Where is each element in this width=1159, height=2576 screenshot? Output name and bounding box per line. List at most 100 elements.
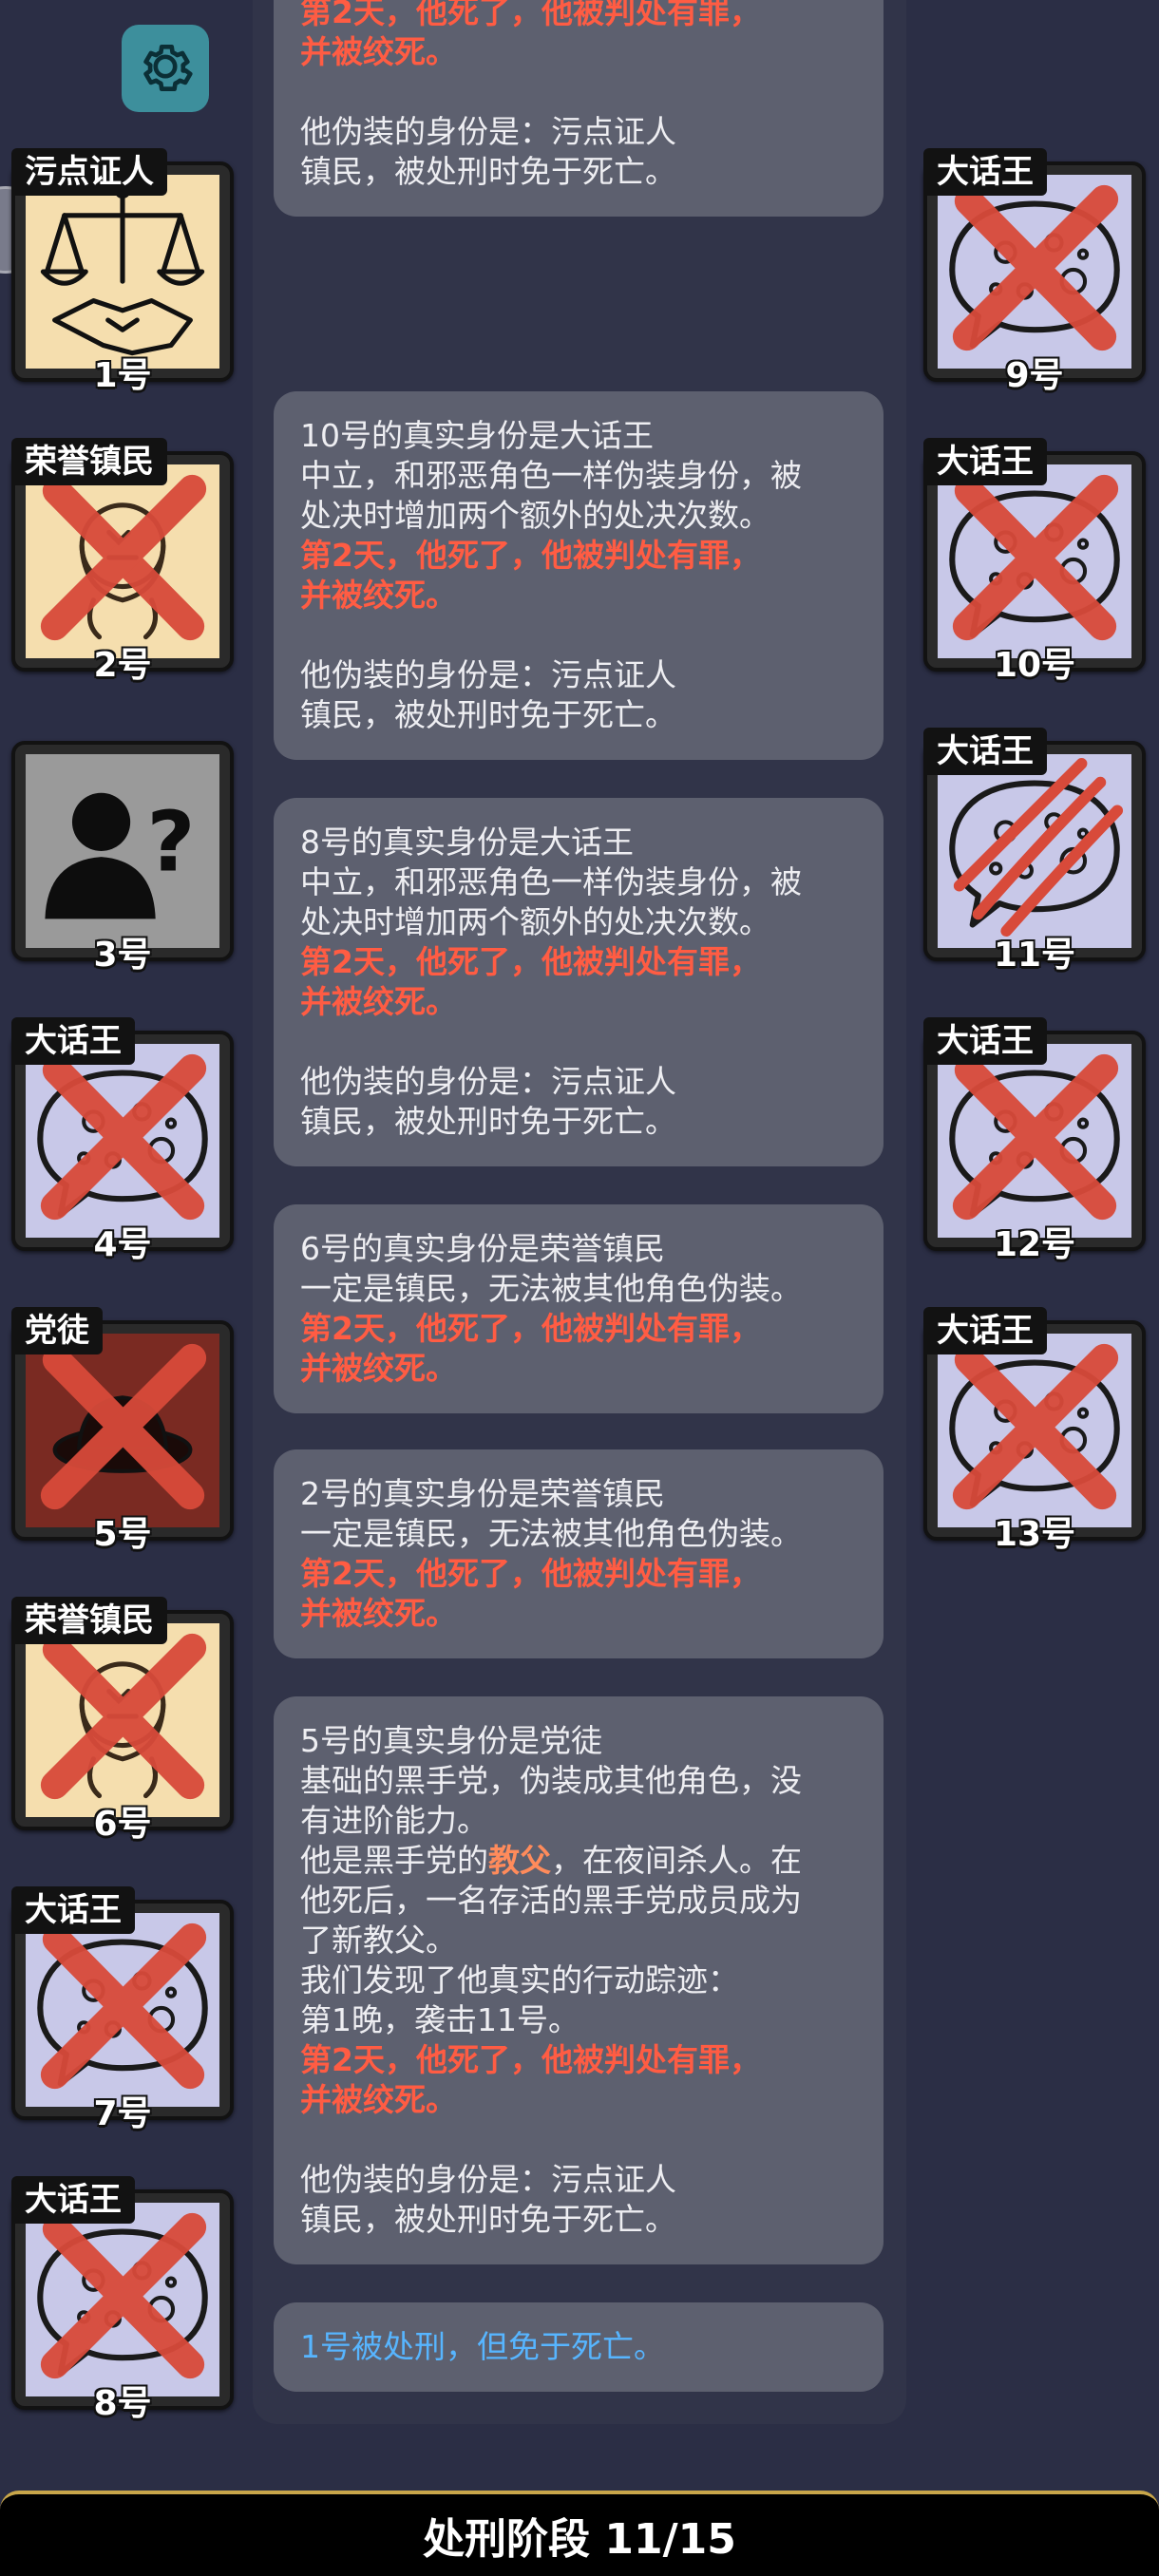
role-label: 荣誉镇民 [11, 1597, 167, 1644]
player-number: 2号 [93, 646, 152, 685]
player-card[interactable]: 污点证人 1号 [11, 148, 234, 395]
role-label: 大话王 [11, 1017, 135, 1065]
player-card[interactable]: 大话王 10号 [923, 438, 1146, 685]
player-card[interactable]: 党徒 5号 [11, 1307, 234, 1554]
player-card[interactable]: ? 3号 [11, 741, 234, 975]
player-card[interactable]: 大话王 8号 [11, 2176, 234, 2423]
laurel-icon [25, 464, 220, 658]
log-line: 5号的真实身份是党徒 [300, 1722, 602, 1759]
log-line: 10号的真实身份是大话王 [300, 417, 654, 454]
log-line: 第2天，他死了，他被判处有罪， [300, 1310, 761, 1347]
player-number: 1号 [93, 356, 152, 395]
log-entry: 第2天，他死了，他被判处有罪， 并被绞死。他伪装的身份是：污点证人 镇民，被处刑时免… [274, 0, 884, 217]
player-number: 9号 [1005, 356, 1064, 395]
speech-bubble-icon [937, 754, 1132, 948]
speech-bubble-icon [937, 175, 1132, 369]
role-label: 党徒 [11, 1307, 103, 1354]
speech-bubble-icon [25, 2203, 220, 2396]
player-card[interactable]: 大话王 12号 [923, 1017, 1146, 1264]
log-line: 他是黑手党的教父，在夜间杀人。在 [300, 1841, 857, 1881]
log-entry: 8号的真实身份是大话王 中立，和邪恶角色一样伪装身份，被 处决时增加两个额外的处决次… [274, 798, 884, 1166]
log-entry: 6号的真实身份是荣誉镇民 一定是镇民，无法被其他角色伪装。 第2天，他死了，他被判处… [274, 1204, 884, 1413]
svg-text:?: ? [147, 793, 196, 890]
log-line: 处决时增加两个额外的处决次数。 [300, 497, 770, 534]
player-number: 6号 [93, 1805, 152, 1844]
player-number: 10号 [993, 646, 1076, 685]
log-text: 他是黑手党的 [300, 1842, 488, 1879]
log-line: 并被绞死。 [300, 1595, 457, 1632]
log-line: 镇民，被处刑时免于死亡。 [300, 153, 676, 190]
role-label: 大话王 [11, 1886, 135, 1934]
speech-bubble-icon [25, 1913, 220, 2107]
unknown-person-icon: ? [25, 754, 220, 948]
log-entry: 1号被处刑，但免于死亡。 [274, 2302, 884, 2392]
event-log-panel[interactable]: 第2天，他死了，他被判处有罪， 并被绞死。 他伪装的身份是：污点证人 镇民，被处刑时免… [253, 0, 906, 2424]
log-line: 他伪装的身份是：污点证人 [300, 1063, 676, 1100]
log-entry: 2号的真实身份是荣誉镇民 一定是镇民，无法被其他角色伪装。 第2天，他死了，他被判处… [274, 1449, 884, 1658]
log-spacer [300, 2120, 857, 2160]
log-line: 并被绞死。 [300, 2081, 457, 2118]
player-card[interactable]: 大话王 11号 [923, 728, 1146, 975]
log-line: 第2天，他死了，他被判处有罪， [300, 0, 761, 30]
log-line: 他伪装的身份是：污点证人 [300, 656, 676, 693]
role-label: 污点证人 [11, 148, 167, 196]
speech-bubble-icon [937, 1044, 1132, 1238]
player-card[interactable]: 荣誉镇民 6号 [11, 1597, 234, 1844]
log-line: 并被绞死。 [300, 983, 457, 1020]
log-line: 6号的真实身份是荣誉镇民 [300, 1230, 665, 1267]
role-label: 大话王 [11, 2176, 135, 2224]
role-label: 大话王 [923, 728, 1047, 775]
role-label: 大话王 [923, 1307, 1047, 1354]
log-text: ，在夜间杀人。在 [551, 1842, 802, 1879]
log-line: 2号的真实身份是荣誉镇民 [300, 1475, 665, 1512]
log-line: 中立，和邪恶角色一样伪装身份，被 [300, 457, 802, 494]
log-line: 他死后，一名存活的黑手党成员成为 [300, 1882, 802, 1919]
player-card[interactable]: 大话王 7号 [11, 1886, 234, 2133]
log-line: 第2天，他死了，他被判处有罪， [300, 943, 761, 980]
player-card[interactable]: 大话王 4号 [11, 1017, 234, 1264]
player-number: 12号 [993, 1225, 1076, 1264]
log-line: 一定是镇民，无法被其他角色伪装。 [300, 1515, 802, 1552]
role-label: 大话王 [923, 1017, 1047, 1065]
log-line: 中立，和邪恶角色一样伪装身份，被 [300, 863, 802, 900]
role-label: 大话王 [923, 148, 1047, 196]
log-line: 他伪装的身份是：污点证人 [300, 113, 676, 150]
phase-bar: 处刑阶段 11/15 [0, 2491, 1159, 2576]
mafia-hat-icon [25, 1334, 220, 1527]
role-label: 荣誉镇民 [11, 438, 167, 485]
log-line: 镇民，被处刑时免于死亡。 [300, 2201, 676, 2238]
log-line: 基础的黑手党，伪装成其他角色，没 [300, 1762, 802, 1799]
scales-handshake-icon [25, 175, 220, 369]
player-number: 3号 [93, 936, 152, 975]
laurel-icon [25, 1623, 220, 1817]
speech-bubble-icon [25, 1044, 220, 1238]
settings-button[interactable] [122, 25, 209, 112]
log-line: 他伪装的身份是：污点证人 [300, 2161, 676, 2198]
log-line: 一定是镇民，无法被其他角色伪装。 [300, 1270, 802, 1307]
player-number: 11号 [993, 936, 1076, 975]
player-card[interactable]: 大话王 9号 [923, 148, 1146, 395]
log-entry: 10号的真实身份是大话王 中立，和邪恶角色一样伪装身份，被 处决时增加两个额外的处决… [274, 391, 884, 760]
player-number: 8号 [93, 2384, 152, 2423]
log-line: 了新教父。 [300, 1922, 457, 1959]
log-line: 第2天，他死了，他被判处有罪， [300, 537, 761, 574]
log-line: 8号的真实身份是大话王 [300, 824, 634, 861]
speech-bubble-icon [937, 1334, 1132, 1527]
player-number: 13号 [993, 1515, 1076, 1554]
log-line: 镇民，被处刑时免于死亡。 [300, 696, 676, 733]
player-card[interactable]: 大话王 13号 [923, 1307, 1146, 1554]
player-number: 4号 [93, 1225, 152, 1264]
log-line: 镇民，被处刑时免于死亡。 [300, 1103, 676, 1140]
log-spacer [300, 1022, 857, 1062]
log-line: 并被绞死。 [300, 577, 457, 614]
phase-label: 处刑阶段 11/15 [423, 2515, 736, 2564]
speech-bubble-icon [937, 464, 1132, 658]
log-line: 第1晚，袭击11号。 [300, 2001, 580, 2038]
player-card[interactable]: 荣誉镇民 2号 [11, 438, 234, 685]
log-line: 第2天，他死了，他被判处有罪， [300, 1555, 761, 1592]
log-line: 1号被处刑，但免于死亡。 [300, 2328, 665, 2365]
player-number: 7号 [93, 2094, 152, 2133]
gear-icon [132, 33, 199, 104]
log-spacer [300, 72, 857, 112]
log-line: 并被绞死。 [300, 33, 457, 70]
